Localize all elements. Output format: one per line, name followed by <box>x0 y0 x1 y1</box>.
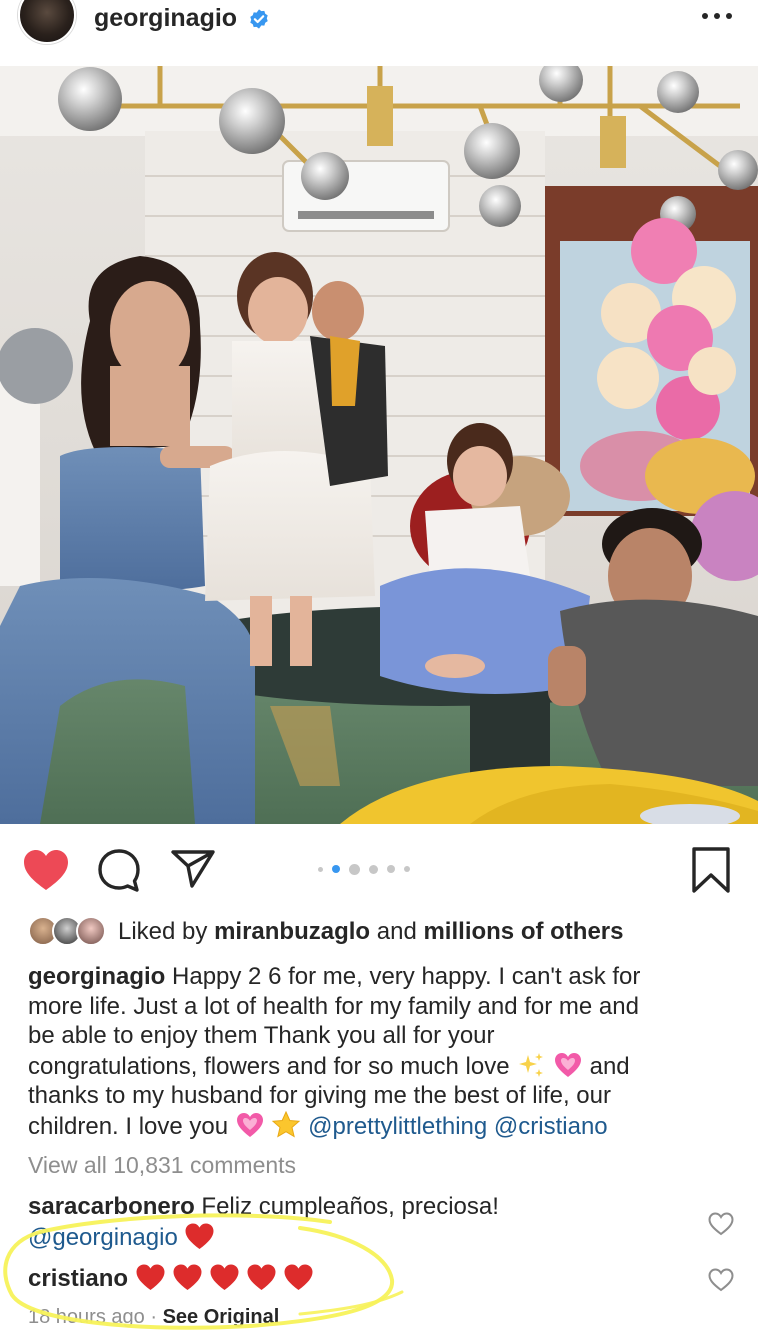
more-horizontal-icon[interactable] <box>700 8 734 24</box>
post-actions-bar <box>0 826 758 908</box>
caption-line: thanks to my husband for giving me the b… <box>28 1082 611 1109</box>
see-original-button[interactable]: See Original <box>163 1306 280 1328</box>
carousel-dot <box>318 866 323 872</box>
comment-like-icon[interactable] <box>708 1268 734 1292</box>
red-heart-emoji-icon <box>210 1264 239 1290</box>
comment-item: saracarbonero Feliz cumpleaños, preciosa… <box>28 1192 678 1253</box>
post-photo[interactable] <box>0 66 758 824</box>
carousel-dot <box>332 865 340 873</box>
liker-avatars <box>28 916 108 948</box>
red-heart-emoji-icon <box>284 1264 313 1290</box>
view-all-comments-link[interactable]: View all 10,831 comments <box>28 1152 296 1179</box>
caption-line: be able to enjoy them Thank you all for … <box>28 1022 495 1049</box>
red-heart-emoji-icon <box>136 1264 165 1290</box>
mention-link[interactable]: @georginagio <box>28 1224 178 1251</box>
comment-hearts <box>135 1264 320 1292</box>
growing-heart-emoji-icon <box>236 1112 263 1137</box>
avatar[interactable] <box>18 0 76 44</box>
caption-line: more life. Just a lot of health for my f… <box>28 992 639 1020</box>
likes-joiner: and <box>376 918 417 945</box>
post-username[interactable]: georginagio <box>94 4 237 33</box>
star-emoji-icon <box>272 1110 301 1138</box>
caption-username[interactable]: georginagio <box>28 963 165 990</box>
caption-line: Happy 2 6 for me, very happy. I can't as… <box>172 963 641 990</box>
caption-line: children. I love you <box>28 1112 229 1140</box>
carousel-dot <box>387 865 395 873</box>
growing-heart-emoji-icon <box>554 1052 581 1077</box>
carousel-dot <box>404 866 410 872</box>
direct-share-icon[interactable] <box>170 848 216 888</box>
comment-icon[interactable] <box>96 848 142 894</box>
carousel-indicator <box>318 863 410 875</box>
verified-badge-icon <box>250 9 268 29</box>
likes-prefix: Liked by <box>118 918 208 945</box>
bookmark-icon[interactable] <box>690 846 732 894</box>
post-header: georginagio <box>0 0 758 64</box>
mention-link[interactable]: @prettylittlething <box>308 1113 487 1140</box>
carousel-dot <box>349 863 360 875</box>
instagram-post-screen: georginagio Liked by miranbuzaglo and mi… <box>0 0 758 1335</box>
mention-link[interactable]: @cristiano <box>494 1113 608 1140</box>
post-caption: georginagio Happy 2 6 for me, very happy… <box>28 962 728 1141</box>
red-heart-emoji-icon <box>185 1223 214 1249</box>
sparkles-emoji-icon <box>519 1052 544 1077</box>
caption-line: and <box>589 1052 630 1080</box>
liker-avatar <box>76 916 106 946</box>
liker-username[interactable]: miranbuzaglo <box>214 918 370 945</box>
carousel-dot <box>369 864 378 874</box>
likes-others[interactable]: millions of others <box>423 918 623 945</box>
comment-text: Feliz cumpleaños, preciosa! <box>201 1193 499 1220</box>
comment-username[interactable]: cristiano <box>28 1265 128 1292</box>
caption-line: congratulations, flowers and for so much… <box>28 1052 510 1080</box>
comment-like-icon[interactable] <box>708 1212 734 1236</box>
comment-username[interactable]: saracarbonero <box>28 1193 195 1220</box>
likes-summary[interactable]: Liked by miranbuzaglo and millions of ot… <box>28 914 748 950</box>
comment-item: cristiano <box>28 1263 678 1294</box>
red-heart-emoji-icon <box>247 1264 276 1290</box>
red-heart-emoji-icon <box>173 1264 202 1290</box>
heart-filled-icon[interactable] <box>22 848 70 892</box>
meta-separator: · <box>150 1306 157 1328</box>
comment-timestamp: 18 hours ago <box>28 1306 145 1328</box>
likes-text: Liked by miranbuzaglo and millions of ot… <box>118 918 623 946</box>
comment-meta: 18 hours ago · See Original <box>28 1306 279 1329</box>
